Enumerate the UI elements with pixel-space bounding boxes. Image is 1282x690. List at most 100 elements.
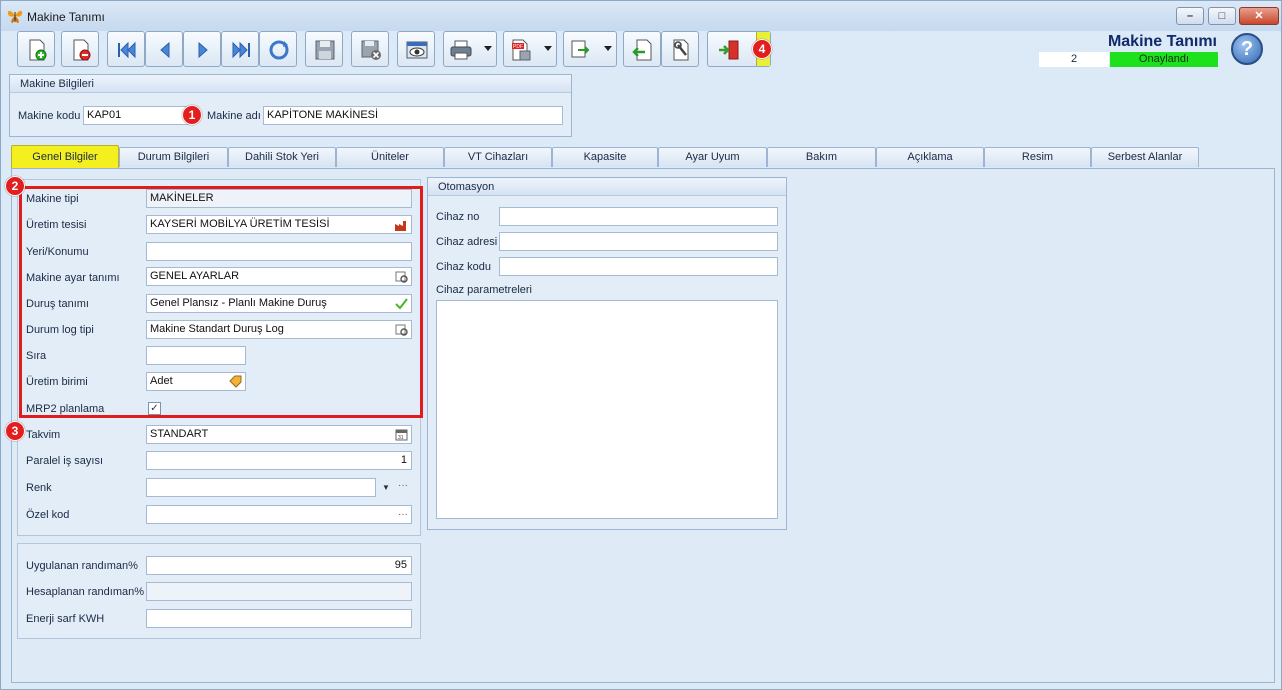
window: Makine Tanımı – □ ✕ PDF 4 Makine Tanımı …	[0, 0, 1282, 690]
page-title: Makine Tanımı	[1107, 33, 1217, 50]
machine-code-label: Makine kodu	[18, 110, 81, 122]
maximize-button[interactable]: □	[1208, 7, 1236, 25]
calendar-value: STANDART	[150, 428, 209, 440]
machine-info-title: Makine Bilgileri	[10, 75, 571, 93]
close-icon: ✕	[1254, 10, 1264, 22]
tools-button[interactable]	[661, 31, 699, 67]
svg-text:PDF: PDF	[513, 44, 523, 50]
print-button[interactable]	[443, 31, 497, 67]
applied-efficiency-input[interactable]: 95	[146, 556, 412, 575]
help-button[interactable]: ?	[1231, 33, 1263, 65]
tab-vt-cihazlari[interactable]: VT Cihazları	[444, 147, 552, 167]
new-record-button[interactable]	[17, 31, 55, 67]
title-bar: Makine Tanımı – □ ✕	[1, 1, 1281, 31]
cancel-save-button[interactable]	[351, 31, 389, 67]
save-button[interactable]	[305, 31, 343, 67]
refresh-icon	[269, 40, 289, 60]
calculated-efficiency-field	[146, 582, 412, 601]
automation-title: Otomasyon	[428, 178, 786, 196]
parallel-input[interactable]: 1	[146, 451, 412, 470]
tab-aciklama[interactable]: Açıklama	[876, 147, 984, 167]
tab-dahili-stok-yeri[interactable]: Dahili Stok Yeri	[228, 147, 336, 167]
special-code-label: Özel kod	[26, 509, 70, 521]
minimize-icon: –	[1186, 10, 1194, 22]
first-record-icon	[118, 41, 136, 59]
device-params-label: Cihaz parametreleri	[436, 284, 532, 296]
tab-bakim[interactable]: Bakım	[767, 147, 876, 167]
device-code-label: Cihaz kodu	[436, 261, 492, 273]
device-no-label: Cihaz no	[436, 211, 480, 223]
help-icon: ?	[1240, 38, 1254, 60]
tab-ayar-uyum[interactable]: Ayar Uyum	[658, 147, 767, 167]
tab-genel-bilgiler[interactable]: Genel Bilgiler	[11, 145, 119, 169]
window-title: Makine Tanımı	[27, 10, 105, 24]
prev-record-icon	[160, 41, 170, 59]
annotation-badge-4: 4	[752, 39, 772, 59]
tab-uniteler[interactable]: Üniteler	[336, 147, 444, 167]
machine-code-input[interactable]: KAP01	[83, 106, 193, 125]
device-code-input[interactable]	[499, 257, 778, 276]
print-icon	[450, 40, 472, 60]
annotation-badge-3: 3	[5, 421, 25, 441]
last-record-button[interactable]	[221, 31, 259, 67]
chevron-down-icon[interactable]: ▼	[379, 478, 393, 497]
energy-input[interactable]	[146, 609, 412, 628]
exit-icon	[719, 40, 739, 60]
delete-record-icon	[73, 39, 91, 61]
record-number: 2	[1039, 52, 1109, 67]
chevron-down-icon	[604, 46, 612, 51]
color-select[interactable]	[146, 478, 376, 497]
delete-record-button[interactable]	[61, 31, 99, 67]
special-code-input[interactable]: ···	[146, 505, 412, 524]
cancel-save-icon	[361, 40, 381, 60]
prev-record-button[interactable]	[145, 31, 183, 67]
tab-durum-bilgileri[interactable]: Durum Bilgileri	[119, 147, 228, 167]
status-badge: Onaylandı	[1110, 52, 1218, 67]
energy-label: Enerji sarf KWH	[26, 613, 105, 625]
pdf-export-icon: PDF	[512, 39, 531, 61]
device-address-input[interactable]	[499, 232, 778, 251]
new-record-icon	[29, 39, 47, 61]
save-icon	[315, 40, 335, 60]
tools-icon	[673, 39, 689, 61]
applied-efficiency-label: Uygulanan randıman%	[26, 560, 138, 572]
annotation-badge-1: 1	[182, 105, 202, 125]
first-record-button[interactable]	[107, 31, 145, 67]
minimize-button[interactable]: –	[1176, 7, 1204, 25]
preview-button[interactable]	[397, 31, 435, 67]
tab-serbest-alanlar[interactable]: Serbest Alanlar	[1091, 147, 1199, 167]
next-record-icon	[198, 41, 208, 59]
next-record-button[interactable]	[183, 31, 221, 67]
refresh-button[interactable]	[259, 31, 297, 67]
machine-info-group: Makine Bilgileri Makine kodu KAP01 Makin…	[9, 74, 572, 137]
machine-name-input[interactable]: KAPİTONE MAKİNESİ	[263, 106, 563, 125]
device-no-input[interactable]	[499, 207, 778, 226]
preview-icon	[406, 41, 428, 59]
highlight-box	[19, 186, 423, 418]
butterfly-icon	[7, 10, 23, 23]
chevron-down-icon	[484, 46, 492, 51]
pdf-export-button[interactable]: PDF	[503, 31, 557, 67]
device-address-label: Cihaz adresi	[436, 236, 498, 248]
machine-name-label: Makine adı	[207, 110, 261, 122]
import-button[interactable]	[623, 31, 661, 67]
calendar-label: Takvim	[26, 429, 61, 441]
color-label: Renk	[26, 482, 52, 494]
annotation-badge-2: 2	[5, 176, 25, 196]
svg-text:31: 31	[398, 435, 404, 441]
calculated-efficiency-label: Hesaplanan randıman%	[26, 586, 145, 598]
ellipsis-icon[interactable]: ···	[398, 506, 408, 523]
parallel-label: Paralel iş sayısı	[26, 455, 104, 467]
close-button[interactable]: ✕	[1239, 7, 1279, 25]
calendar-icon[interactable]: 31	[395, 428, 408, 441]
tab-kapasite[interactable]: Kapasite	[552, 147, 658, 167]
tab-resim[interactable]: Resim	[984, 147, 1091, 167]
export-button[interactable]	[563, 31, 617, 67]
export-icon	[571, 40, 590, 58]
calendar-input[interactable]: STANDART 31	[146, 425, 412, 444]
ellipsis-button[interactable]: ···	[394, 478, 412, 497]
device-params-textarea[interactable]	[436, 300, 778, 519]
maximize-icon: □	[1218, 10, 1226, 22]
chevron-down-icon	[544, 46, 552, 51]
last-record-icon	[232, 41, 250, 59]
